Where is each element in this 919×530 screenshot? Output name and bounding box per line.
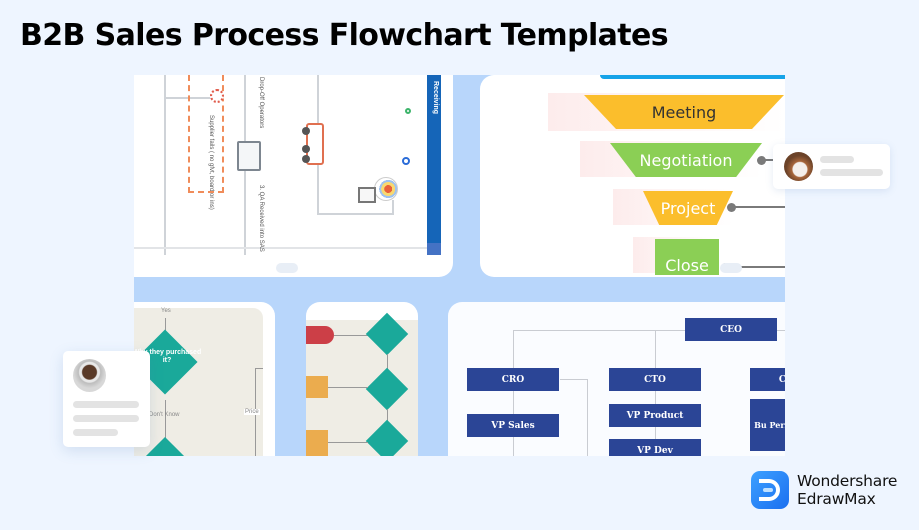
org-node-cto: CTO — [609, 368, 701, 391]
flow-line — [255, 368, 263, 369]
divider — [134, 247, 427, 249]
funnel-stage-meeting: Meeting — [584, 95, 784, 129]
laptop-icon — [237, 141, 261, 171]
connector-line — [734, 206, 785, 208]
note-text: Drop-Off Operators — [258, 77, 264, 129]
avatar — [73, 359, 106, 392]
outcome-node — [306, 376, 328, 398]
profile-card-left — [63, 351, 150, 447]
person-icon — [374, 177, 398, 201]
flow-line — [334, 335, 368, 336]
truck-wheel — [302, 145, 310, 153]
truck-wheel — [302, 127, 310, 135]
template-card-funnel[interactable]: Meeting Negotiation Project Close — [480, 75, 785, 277]
org-node-vp-dev: VP Dev — [609, 439, 701, 456]
brand-logo[interactable]: Wondershare EdrawMax — [751, 471, 897, 509]
template-card-org-chart[interactable]: CEO CRO CTO C VP Sales VP Product VP Dev… — [448, 302, 785, 456]
brand-line-1: Wondershare — [797, 472, 898, 490]
funnel-stage-negotiation: Negotiation — [610, 143, 762, 177]
brand-line-2: EdrawMax — [797, 490, 876, 508]
placeholder-line — [73, 429, 118, 436]
card-handle — [276, 263, 298, 273]
edge-label: Yes — [161, 308, 171, 314]
edge-label: Price — [244, 409, 260, 415]
flow-line — [317, 213, 393, 215]
edrawmax-logo-icon — [751, 471, 789, 509]
org-node-ceo: CEO — [685, 318, 777, 341]
org-node-bp: Bu Perf — [750, 399, 785, 451]
swimlane-bar-foot — [427, 243, 441, 255]
flow-line — [328, 442, 368, 443]
flow-line — [392, 200, 394, 215]
org-line — [655, 330, 656, 370]
funnel-stage-close: Close — [655, 239, 719, 275]
template-card-purchase-flow[interactable]: Yes Why they purchased it? Don't Know Pr… — [134, 302, 275, 456]
placeholder-line — [73, 415, 139, 422]
start-node — [306, 326, 334, 344]
truck-wheel — [302, 155, 310, 163]
outcome-node — [306, 430, 328, 456]
template-card-receiving[interactable]: Supplier fails ( no gfvt, board or ins) … — [134, 75, 453, 277]
org-node-vp-product: VP Product — [609, 404, 701, 427]
org-node-vp-sales: VP Sales — [467, 414, 559, 437]
avatar — [784, 152, 813, 181]
swimlane-label: Receiving — [432, 81, 439, 115]
profile-card-right — [773, 144, 890, 189]
location-pin-icon — [405, 108, 411, 114]
card-handle — [720, 263, 742, 273]
org-line — [513, 330, 514, 370]
placeholder-line — [820, 169, 883, 176]
note-text: 3. QA Received into SAS — [258, 185, 264, 252]
template-card-offer-flow[interactable] — [306, 302, 418, 456]
org-line — [587, 379, 588, 456]
placeholder-line — [73, 401, 139, 408]
org-node-cro: CRO — [467, 368, 559, 391]
accent-bar — [600, 75, 785, 79]
org-line — [560, 379, 588, 380]
template-mosaic: Supplier fails ( no gfvt, board or ins) … — [134, 75, 785, 456]
org-node-c: C — [750, 368, 785, 391]
flow-line — [164, 75, 166, 255]
alert-icon — [210, 89, 224, 103]
edge-label: Don't Know — [149, 412, 180, 418]
placeholder-line — [820, 156, 854, 163]
note-text: Supplier fails ( no gfvt, board or ins) — [208, 115, 214, 210]
document-icon — [358, 187, 376, 203]
flow-line — [165, 400, 166, 442]
location-pin-icon — [402, 157, 410, 165]
page-title: B2B Sales Process Flowchart Templates — [20, 18, 669, 53]
flow-line — [328, 387, 368, 388]
